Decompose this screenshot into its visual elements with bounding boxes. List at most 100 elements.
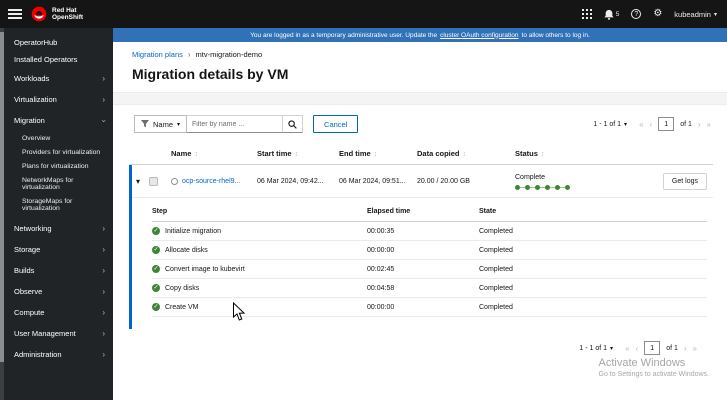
sidebar-item-administration[interactable]: Administration › [5, 344, 113, 365]
chevron-down-icon: ▾ [177, 121, 181, 128]
check-circle-icon: ✓ [152, 303, 160, 311]
step-row: ✓ Copy disks 00:04:58 Completed [152, 279, 707, 298]
sidebar-item-workloads[interactable]: Workloads › [5, 68, 113, 89]
page-of-label: of 1 [666, 344, 678, 352]
activate-windows-watermark: Activate Windows Go to Settings to activ… [598, 357, 710, 378]
vm-table-header: Name ↕ Start time ↕ End time ↕ Data copied ↕… [129, 142, 713, 165]
sidebar-item-networkmaps[interactable]: NetworkMaps for virtualization [5, 173, 113, 194]
sidebar-nav: OperatorHub Installed Operators Workload… [0, 28, 113, 400]
filter-by-name-input[interactable] [187, 115, 284, 133]
column-header-elapsed-time: Elapsed time [367, 208, 411, 215]
chevron-down-icon: ▾ [610, 345, 614, 352]
vm-end-time: 06 Mar 2024, 09:51... [339, 178, 406, 185]
breadcrumb-migration-plans-link[interactable]: Migration plans [132, 50, 183, 59]
step-row: ✓ Allocate disks 00:00:00 Completed [152, 241, 707, 260]
check-circle-icon: ✓ [152, 227, 160, 235]
column-header-status[interactable]: Status ↕ [515, 149, 647, 158]
check-circle-icon: ✓ [152, 265, 160, 273]
prev-page-button[interactable]: ‹ [650, 120, 653, 129]
sidebar-item-plans[interactable]: Plans for virtualization [5, 159, 113, 173]
pagination-range-dropdown[interactable]: 1 - 1 of 1 ▾ [593, 121, 627, 128]
chevron-right-icon: › [102, 286, 105, 296]
chevron-right-icon: › [102, 73, 105, 83]
redhat-icon [31, 6, 47, 22]
column-header-start-time[interactable]: Start time ↕ [257, 149, 339, 158]
notification-count-badge: 5 [615, 10, 620, 18]
filter-attribute-dropdown[interactable]: Name ▾ [134, 115, 188, 133]
brand-line1: Red Hat [52, 7, 77, 14]
table-toolbar: Name ▾ Cancel 1 - 1 of 1 ▾ « [129, 105, 713, 142]
breadcrumb: Migration plans › mtv-migration-demo [132, 50, 727, 59]
migration-subnav: Overview Providers for virtualization Pl… [5, 131, 113, 218]
sidebar-item-storage[interactable]: Storage › [5, 239, 113, 260]
username: kubeadmin [674, 9, 711, 19]
step-row: ✓ Convert image to kubevirt 00:02:45 Comp… [152, 260, 707, 279]
help-icon[interactable]: ? [631, 9, 642, 19]
sidebar-item-operatorhub[interactable]: OperatorHub [5, 34, 113, 51]
notifications-bell-icon[interactable]: 5 [604, 9, 620, 20]
last-page-button[interactable]: » [693, 344, 697, 353]
sidebar-item-storagemaps[interactable]: StorageMaps for virtualization [5, 194, 113, 215]
vm-table-card: Name ▾ Cancel 1 - 1 of 1 ▾ « [113, 105, 727, 355]
sidebar-item-user-management[interactable]: User Management › [5, 323, 113, 344]
next-page-button[interactable]: › [684, 344, 687, 353]
breadcrumb-separator: › [187, 50, 191, 59]
vm-icon [149, 177, 158, 186]
vm-data-copied: 20.00 / 20.00 GB [417, 178, 470, 185]
expanded-row-block: ▾ ocp-source-rhel9... 06 Mar 2024, 09:42… [129, 165, 713, 329]
vm-status-icon [171, 178, 178, 185]
settings-gear-icon[interactable]: ⚙ [653, 9, 662, 19]
sort-icon[interactable]: ↕ [194, 151, 198, 158]
step-row: ✓ Initialize migration 00:00:35 Completed [152, 222, 707, 241]
sidebar-item-compute[interactable]: Compute › [5, 302, 113, 323]
sidebar-item-observe[interactable]: Observe › [5, 281, 113, 302]
temp-admin-banner: You are logged in as a temporary adminis… [113, 28, 727, 42]
column-header-state: State [479, 208, 497, 215]
chevron-right-icon: › [102, 328, 105, 338]
brand-line2: OpenShift [52, 14, 84, 21]
sort-icon[interactable]: ↕ [463, 151, 467, 158]
cancel-button[interactable]: Cancel [313, 115, 359, 133]
sidebar-item-virtualization[interactable]: Virtualization › [5, 89, 113, 110]
section-divider [113, 92, 727, 105]
pagination-range-dropdown[interactable]: 1 - 1 of 1 ▾ [579, 345, 613, 352]
column-header-step: Step [152, 208, 168, 215]
chevron-right-icon: › [102, 349, 105, 359]
sidebar-scrollbar[interactable] [0, 28, 4, 400]
search-icon [288, 119, 297, 129]
nav-toggle-icon[interactable] [8, 8, 22, 20]
sidebar-item-providers[interactable]: Providers for virtualization [5, 145, 113, 159]
prev-page-button[interactable]: ‹ [636, 344, 639, 353]
chevron-right-icon: › [102, 307, 105, 317]
page-of-label: of 1 [680, 120, 692, 128]
sidebar-item-builds[interactable]: Builds › [5, 260, 113, 281]
vm-name-link[interactable]: ocp-source-rhel9... [182, 178, 240, 185]
sort-icon[interactable]: ↕ [374, 151, 378, 158]
sidebar-item-installed-operators[interactable]: Installed Operators [5, 51, 113, 68]
column-header-name[interactable]: Name ↕ [171, 149, 257, 158]
current-page-input[interactable]: 1 [658, 117, 675, 131]
first-page-button[interactable]: « [625, 344, 629, 353]
app-launcher-icon[interactable] [581, 9, 592, 19]
column-header-data-copied[interactable]: Data copied ↕ [417, 149, 515, 158]
next-page-button[interactable]: › [698, 120, 701, 129]
sidebar-item-overview[interactable]: Overview [5, 131, 113, 145]
chevron-right-icon: › [102, 265, 105, 275]
user-menu[interactable]: kubeadmin ▾ [674, 10, 717, 19]
sort-icon[interactable]: ↕ [541, 151, 545, 158]
row-expand-toggle-icon[interactable]: ▾ [136, 177, 149, 186]
column-header-end-time[interactable]: End time ↕ [339, 149, 417, 158]
last-page-button[interactable]: » [707, 120, 711, 129]
search-button[interactable] [283, 115, 304, 133]
sort-icon[interactable]: ↕ [295, 151, 299, 158]
oauth-configuration-link[interactable]: cluster OAuth configuration [440, 32, 518, 39]
brand-logo: Red Hat OpenShift [31, 6, 83, 22]
vm-table-row[interactable]: ▾ ocp-source-rhel9... 06 Mar 2024, 09:42… [132, 165, 713, 198]
migration-pipeline-indicator [515, 184, 647, 190]
get-logs-button[interactable]: Get logs [662, 173, 707, 190]
sidebar-item-migration[interactable]: Migration › [5, 110, 113, 131]
sidebar-item-networking[interactable]: Networking › [5, 218, 113, 239]
current-page-input[interactable]: 1 [644, 341, 661, 355]
first-page-button[interactable]: « [639, 120, 643, 129]
main-content: You are logged in as a temporary adminis… [113, 28, 727, 400]
